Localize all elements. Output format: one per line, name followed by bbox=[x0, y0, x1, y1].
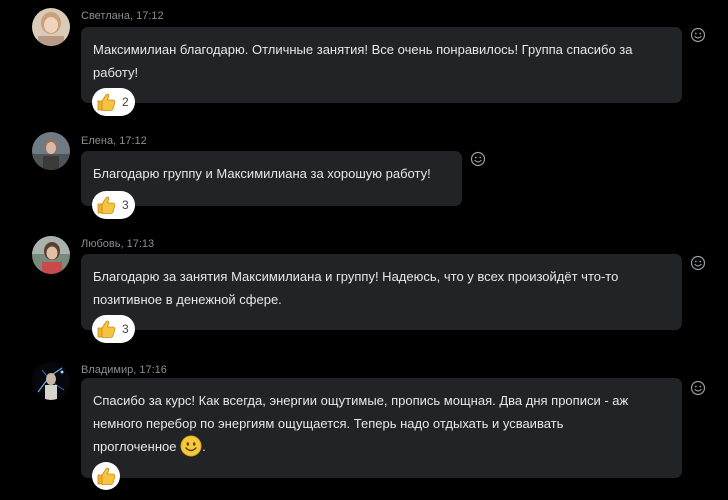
thumbs-up-icon bbox=[94, 464, 118, 488]
message-meta: Любовь, 17:13 bbox=[81, 238, 155, 250]
author-name[interactable]: Светлана bbox=[81, 10, 130, 22]
reaction-count: 3 bbox=[122, 322, 129, 336]
avatar[interactable] bbox=[32, 8, 70, 46]
reaction-count: 2 bbox=[122, 95, 129, 109]
smiley-emoji-icon bbox=[180, 435, 202, 457]
avatar[interactable] bbox=[32, 236, 70, 274]
message-time: 17:12 bbox=[136, 10, 164, 22]
reaction-badge[interactable]: 2 bbox=[92, 88, 135, 116]
message-text: Максимилиан благодарю. Отличные занятия!… bbox=[93, 42, 633, 80]
message-bubble: Спасибо за курс! Как всегда, энергии ощу… bbox=[81, 378, 682, 490]
reaction-count: 3 bbox=[122, 198, 129, 212]
smile-icon[interactable] bbox=[690, 380, 706, 396]
message-bubble: Благодарю за занятия Максимилиана и груп… bbox=[81, 254, 682, 343]
author-name[interactable]: Любовь bbox=[81, 238, 120, 250]
reaction-badge[interactable] bbox=[92, 462, 120, 490]
smile-icon[interactable] bbox=[690, 27, 706, 43]
message-meta: Владимир, 17:16 bbox=[81, 364, 167, 376]
message-bubble: Максимилиан благодарю. Отличные занятия!… bbox=[81, 27, 682, 116]
message-time: 17:16 bbox=[139, 364, 167, 376]
author-name[interactable]: Владимир bbox=[81, 364, 133, 376]
message-meta: Елена, 17:12 bbox=[81, 135, 147, 147]
message-text: Благодарю за занятия Максимилиана и груп… bbox=[93, 269, 619, 307]
avatar[interactable] bbox=[32, 132, 70, 170]
message-meta: Светлана, 17:12 bbox=[81, 10, 164, 22]
thumbs-up-icon bbox=[94, 90, 118, 114]
thumbs-up-icon bbox=[94, 193, 118, 217]
reaction-badge[interactable]: 3 bbox=[92, 191, 135, 219]
smile-icon[interactable] bbox=[690, 255, 706, 271]
avatar[interactable] bbox=[32, 362, 70, 400]
message-time: 17:12 bbox=[119, 135, 147, 147]
thumbs-up-icon bbox=[94, 317, 118, 341]
message-bubble: Благодарю группу и Максимилиана за хорош… bbox=[81, 151, 462, 219]
message-time: 17:13 bbox=[126, 238, 155, 250]
smile-icon[interactable] bbox=[470, 151, 486, 167]
message-text: Благодарю группу и Максимилиана за хорош… bbox=[93, 166, 431, 181]
reaction-badge[interactable]: 3 bbox=[92, 315, 135, 343]
message-text: Спасибо за курс! Как всегда, энергии ощу… bbox=[93, 389, 668, 458]
author-name[interactable]: Елена bbox=[81, 135, 113, 147]
